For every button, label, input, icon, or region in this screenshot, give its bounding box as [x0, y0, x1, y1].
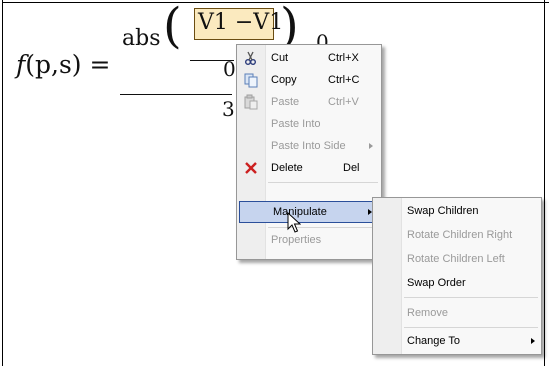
menu-item-paste-into-side[interactable]: Paste Into Side — [237, 135, 381, 157]
menu-item-label: Paste Into — [271, 118, 321, 130]
menu-item-shortcut: Del — [343, 162, 360, 174]
inner-denominator: 0 — [223, 57, 236, 81]
context-menu: Cut Ctrl+X Copy Ctrl+C Paste Ctrl+V Past… — [236, 44, 382, 260]
menu-item-paste[interactable]: Paste Ctrl+V — [237, 91, 381, 113]
submenu-arrow-icon — [531, 338, 535, 344]
paste-icon — [243, 94, 259, 110]
canvas-border-left — [2, 0, 3, 366]
right-paren: ) — [280, 0, 299, 54]
canvas-border-right — [544, 0, 545, 366]
menu-item-label: Rotate Children Right — [407, 229, 513, 241]
menu-item-label: Swap Order — [407, 277, 466, 289]
menu-separator — [404, 297, 538, 298]
menu-item-shortcut: Ctrl+V — [328, 96, 359, 108]
canvas-border-top — [2, 2, 549, 3]
menu-item-label: Delete — [271, 162, 303, 174]
equation-lhs: f(p,s) = — [16, 50, 111, 79]
menu-item-rotate-children-left[interactable]: Rotate Children Left — [373, 248, 541, 270]
menu-item-swap-children[interactable]: Swap Children — [373, 200, 541, 222]
abs-function: abs — [122, 26, 161, 51]
menu-item-label: Copy — [271, 74, 297, 86]
copy-icon — [243, 72, 259, 88]
delete-x-icon — [243, 160, 259, 176]
menu-item-label: Change To — [407, 335, 461, 347]
menu-item-swap-order[interactable]: Swap Order — [373, 272, 541, 294]
menu-item-label: Paste — [271, 96, 300, 108]
scissors-icon — [243, 50, 259, 66]
menu-item-manipulate[interactable]: Manipulate — [239, 201, 379, 223]
menu-item-cut[interactable]: Cut Ctrl+X — [237, 47, 381, 69]
menu-item-paste-into[interactable]: Paste Into — [237, 113, 381, 135]
menu-item-label: Cut — [271, 52, 289, 64]
menu-item-change-to[interactable]: Change To — [373, 330, 541, 352]
menu-item-shortcut: Ctrl+C — [328, 74, 360, 86]
fraction-bar — [120, 94, 232, 95]
menu-item-rotate-children-right[interactable]: Rotate Children Right — [373, 224, 541, 246]
menu-separator — [404, 327, 538, 328]
menu-item-copy[interactable]: Copy Ctrl+C — [237, 69, 381, 91]
menu-item-label: Paste Into Side — [271, 140, 346, 152]
menu-item-delete[interactable]: Delete Del — [237, 157, 381, 179]
mouse-pointer-icon — [287, 211, 302, 238]
submenu-arrow-icon — [369, 143, 373, 149]
manipulate-submenu: Swap Children Rotate Children Right Rota… — [372, 197, 542, 355]
menu-item-shortcut: Ctrl+X — [328, 52, 359, 64]
left-paren: ( — [163, 0, 182, 54]
menu-item-label: Swap Children — [407, 205, 479, 217]
selected-expression[interactable]: V1 −V1 — [198, 8, 283, 38]
menu-item-label: Rotate Children Left — [407, 253, 505, 265]
menu-item-properties[interactable]: Properties — [237, 229, 381, 251]
menu-separator — [268, 227, 378, 228]
denominator: 3 — [222, 97, 235, 121]
menu-item-label: Remove — [407, 307, 448, 319]
menu-separator — [268, 182, 378, 183]
menu-item-remove[interactable]: Remove — [373, 302, 541, 324]
